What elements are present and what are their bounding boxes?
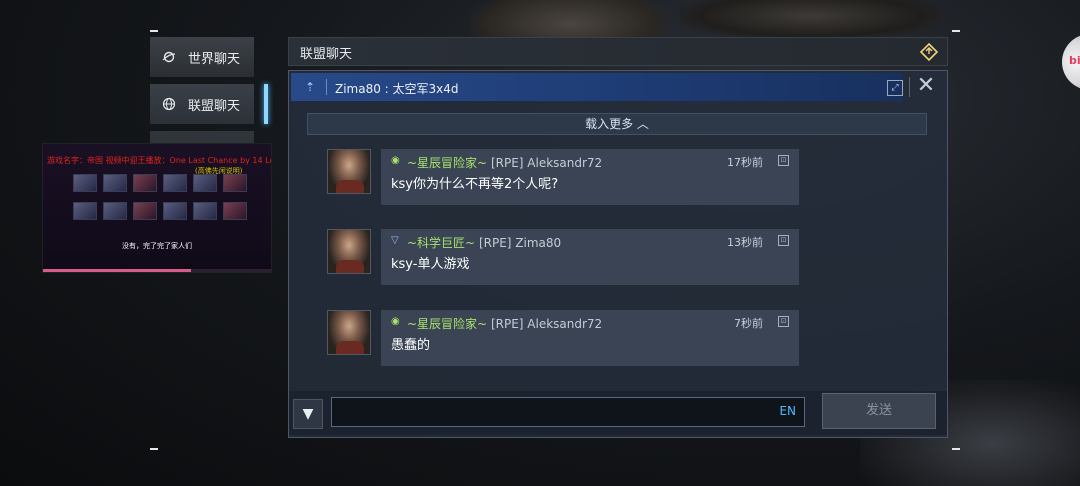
- ad-thumbnail: [103, 202, 127, 220]
- sender-tag: ~科学巨匠~: [407, 236, 476, 250]
- translate-icon[interactable]: ⊡: [778, 235, 789, 246]
- star-explorer-icon: ◉: [391, 155, 400, 166]
- chat-panel: ⇡ Zima80 : 太空军3x4d ⤢ ✕ 载入更多 ︿ ◉ ~星辰冒险家~ …: [288, 70, 948, 438]
- chat-header: 联盟聊天: [288, 37, 948, 66]
- frame-corner: [150, 30, 158, 32]
- avatar[interactable]: [327, 149, 371, 194]
- message-time: 7秒前: [734, 317, 763, 330]
- translate-icon[interactable]: ⊡: [778, 316, 789, 327]
- load-more-button[interactable]: 载入更多 ︿: [307, 113, 927, 135]
- frame-corner: [150, 448, 158, 450]
- sender-name[interactable]: ~星辰冒险家~ [RPE] Aleksandr72: [407, 154, 602, 171]
- background-asteroid: [680, 0, 940, 40]
- ad-thumbnail: [73, 174, 97, 192]
- sender-id: [RPE] Aleksandr72: [490, 156, 603, 170]
- ad-thumbnail: [103, 174, 127, 192]
- star-explorer-icon: ◉: [391, 316, 400, 327]
- close-button[interactable]: ✕: [915, 75, 937, 98]
- frame-corner: [952, 30, 960, 32]
- planet-icon: [162, 51, 176, 63]
- message-text: ksy你为什么不再等2个人呢?: [391, 177, 559, 192]
- globe-icon: [162, 97, 176, 111]
- divider: [326, 79, 327, 95]
- badge-logo-icon: bi: [1069, 54, 1080, 67]
- sender-id: [RPE] Aleksandr72: [490, 317, 603, 331]
- language-indicator[interactable]: EN: [779, 404, 796, 418]
- tab-alliance-chat-label: 联盟聊天: [188, 98, 241, 114]
- message-bubble: ▽ ~科学巨匠~ [RPE] Zima80 13秒前 ⊡ ksy-单人游戏: [381, 229, 799, 285]
- divider: [909, 77, 910, 97]
- ad-thumbnail: [73, 202, 97, 220]
- sender-tag: ~星辰冒险家~: [407, 156, 488, 170]
- avatar[interactable]: [327, 229, 371, 274]
- chat-message: ◉ ~星辰冒险家~ [RPE] Aleksandr72 17秒前 ⊡ ksy你为…: [327, 149, 799, 207]
- ad-caption: 没有，完了完了家人们: [122, 242, 192, 250]
- pin-up-icon: ⇡: [305, 80, 316, 94]
- science-master-icon: ▽: [391, 235, 399, 246]
- avatar[interactable]: [327, 310, 371, 355]
- ad-thumbnail: [163, 202, 187, 220]
- ad-progress-fill: [43, 269, 192, 272]
- video-ad-overlay[interactable]: 游戏名字：帝国 视频中迎王播放：One Last Chance by 14 Lo…: [42, 143, 272, 273]
- sender-id: [RPE] Zima80: [478, 236, 562, 250]
- ad-thumbnail: [223, 174, 247, 192]
- tab-world-chat[interactable]: 世界聊天: [150, 37, 254, 77]
- ad-thumbnail: [163, 174, 187, 192]
- expand-icon[interactable]: ⤢: [887, 80, 903, 96]
- ad-thumbnail: [133, 174, 157, 192]
- sender-name[interactable]: ~科学巨匠~ [RPE] Zima80: [407, 234, 561, 251]
- chat-input[interactable]: EN: [331, 397, 805, 427]
- translate-icon[interactable]: ⊡: [778, 155, 789, 166]
- tab-world-chat-label: 世界聊天: [188, 51, 241, 67]
- sender-name[interactable]: ~星辰冒险家~ [RPE] Aleksandr72: [407, 315, 602, 332]
- send-button[interactable]: 发送: [822, 393, 936, 429]
- collapse-toggle-button[interactable]: ▼: [293, 399, 323, 429]
- ad-thumbnail-grid: [73, 174, 253, 220]
- ad-thumbnail: [193, 202, 217, 220]
- ad-headline: 游戏名字：帝国 视频中迎王播放：One Last Chance by 14 Lo…: [47, 156, 272, 165]
- frame-corner: [952, 448, 960, 450]
- pinned-message-text: Zima80 : 太空军3x4d: [335, 82, 459, 96]
- page-title: 联盟聊天: [300, 47, 353, 62]
- message-bubble: ◉ ~星辰冒险家~ [RPE] Aleksandr72 17秒前 ⊡ ksy你为…: [381, 149, 799, 205]
- message-bubble: ◉ ~星辰冒险家~ [RPE] Aleksandr72 7秒前 ⊡ 愚蠢的: [381, 310, 799, 366]
- message-time: 13秒前: [727, 236, 763, 249]
- ad-progress-bar: [43, 269, 271, 272]
- chat-input-row: ▼ EN 发送: [289, 391, 947, 435]
- floating-app-badge[interactable]: bi: [1062, 34, 1080, 90]
- message-text: ksy-单人游戏: [391, 257, 470, 272]
- message-text: 愚蠢的: [391, 338, 431, 353]
- sender-tag: ~星辰冒险家~: [407, 317, 488, 331]
- ad-thumbnail: [133, 202, 157, 220]
- ad-thumbnail: [223, 202, 247, 220]
- message-time: 17秒前: [727, 156, 763, 169]
- diamond-arrow-icon[interactable]: [919, 42, 939, 62]
- chat-message: ◉ ~星辰冒险家~ [RPE] Aleksandr72 7秒前 ⊡ 愚蠢的: [327, 310, 799, 368]
- ad-thumbnail: [193, 174, 217, 192]
- tab-alliance-chat[interactable]: 联盟聊天: [150, 84, 268, 124]
- pinned-message-bar[interactable]: ⇡ Zima80 : 太空军3x4d ⤢: [291, 73, 903, 101]
- chat-message: ▽ ~科学巨匠~ [RPE] Zima80 13秒前 ⊡ ksy-单人游戏: [327, 229, 799, 287]
